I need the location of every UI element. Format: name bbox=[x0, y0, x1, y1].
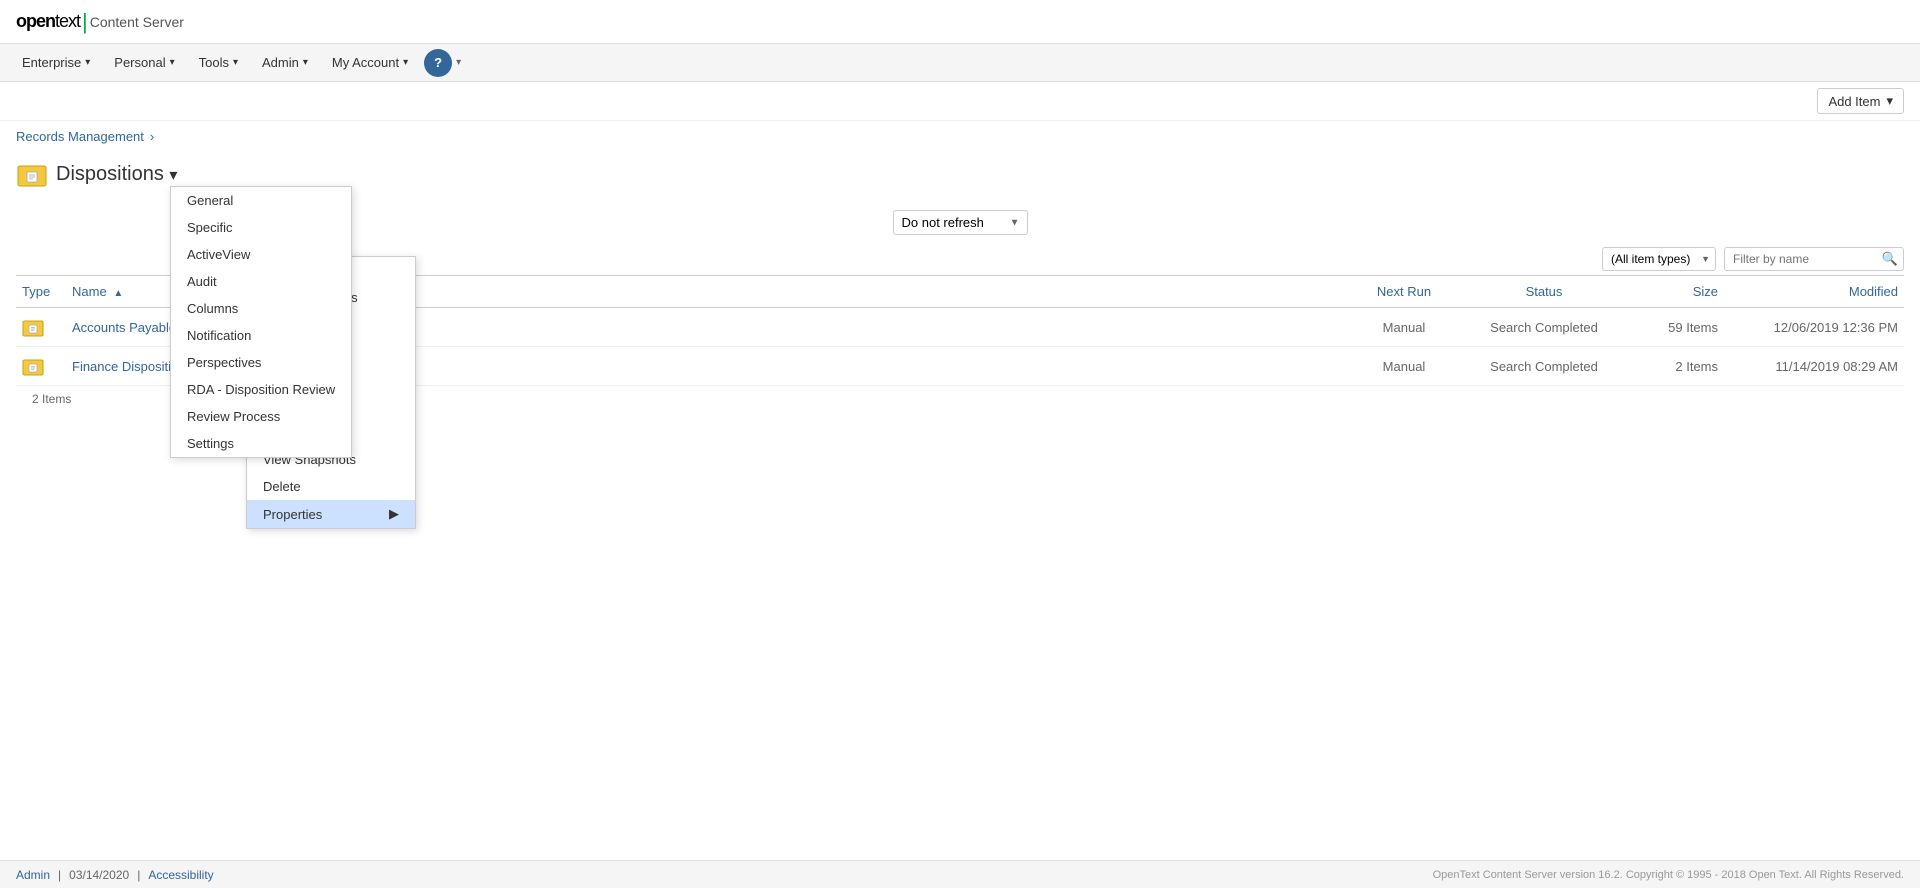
breadcrumb: Records Management › bbox=[0, 121, 1920, 152]
breadcrumb-parent[interactable]: Records Management bbox=[16, 129, 144, 144]
row-type-cell bbox=[16, 347, 66, 386]
search-icon[interactable]: 🔍 bbox=[1882, 251, 1898, 267]
row-status-cell: Search Completed bbox=[1464, 308, 1624, 347]
copyright-text: OpenText Content Server version 16.2. Co… bbox=[1433, 869, 1904, 881]
col-header-nextrun[interactable]: Next Run bbox=[1344, 276, 1464, 308]
submenu-settings[interactable]: Settings bbox=[171, 430, 351, 457]
logo-content-server: Content Server bbox=[90, 14, 184, 30]
submenu-activeview[interactable]: ActiveView bbox=[171, 241, 351, 268]
submenu-columns[interactable]: Columns bbox=[171, 295, 351, 322]
breadcrumb-sep: › bbox=[150, 129, 154, 144]
col-header-size[interactable]: Size bbox=[1624, 276, 1724, 308]
type-select-wrapper: (All item types) bbox=[1602, 247, 1716, 271]
submenu-arrow-icon: ▶ bbox=[389, 506, 399, 522]
chevron-down-icon: ▾ bbox=[233, 57, 238, 68]
filter-input-wrapper: 🔍 bbox=[1724, 247, 1904, 271]
refresh-select[interactable]: Do not refresh Every 2 minutes Every 5 m… bbox=[893, 210, 1028, 235]
row-status-cell: Search Completed bbox=[1464, 347, 1624, 386]
page-title-caret: ▾ bbox=[169, 167, 177, 184]
context-menu-properties[interactable]: Properties ▶ bbox=[247, 500, 415, 528]
row-nextrun-cell: Manual bbox=[1344, 347, 1464, 386]
help-button[interactable]: ? bbox=[424, 49, 452, 77]
nav-bar: Enterprise ▾ Personal ▾ Tools ▾ Admin ▾ … bbox=[0, 44, 1920, 82]
help-caret: ▾ bbox=[456, 57, 461, 68]
submenu-perspectives[interactable]: Perspectives bbox=[171, 349, 351, 376]
submenu-general[interactable]: General bbox=[171, 187, 351, 214]
col-header-status[interactable]: Status bbox=[1464, 276, 1624, 308]
nav-personal[interactable]: Personal ▾ bbox=[102, 44, 186, 82]
col-header-type[interactable]: Type bbox=[16, 276, 66, 308]
logo: opentext | Content Server bbox=[16, 9, 184, 35]
chevron-down-icon: ▾ bbox=[303, 57, 308, 68]
row-modified-cell: 11/14/2019 08:29 AM bbox=[1724, 347, 1904, 386]
submenu-rda[interactable]: RDA - Disposition Review bbox=[171, 376, 351, 403]
nav-tools[interactable]: Tools ▾ bbox=[187, 44, 250, 82]
chevron-down-icon: ▾ bbox=[1886, 93, 1893, 109]
submenu-review-process[interactable]: Review Process bbox=[171, 403, 351, 430]
accessibility-link[interactable]: Accessibility bbox=[148, 868, 213, 882]
submenu-audit[interactable]: Audit bbox=[171, 268, 351, 295]
chevron-down-icon: ▾ bbox=[85, 57, 90, 68]
row-size-cell: 2 Items bbox=[1624, 347, 1724, 386]
chevron-down-icon: ▾ bbox=[403, 57, 408, 68]
add-item-button[interactable]: Add Item ▾ bbox=[1817, 88, 1904, 114]
row-nextrun-cell: Manual bbox=[1344, 308, 1464, 347]
logo-pipe: | bbox=[82, 9, 88, 35]
page-title[interactable]: Dispositions ▾ bbox=[56, 163, 177, 186]
sort-asc-icon: ▲ bbox=[113, 288, 123, 299]
dispositions-icon bbox=[16, 158, 48, 190]
admin-link[interactable]: Admin bbox=[16, 868, 50, 882]
row-size-cell: 59 Items bbox=[1624, 308, 1724, 347]
col-header-modified[interactable]: Modified bbox=[1724, 276, 1904, 308]
top-bar: opentext | Content Server bbox=[0, 0, 1920, 44]
nav-myaccount[interactable]: My Account ▾ bbox=[320, 44, 420, 82]
properties-submenu: General Specific ActiveView Audit Column… bbox=[170, 186, 352, 458]
disposition-icon bbox=[22, 316, 44, 338]
nav-admin[interactable]: Admin ▾ bbox=[250, 44, 320, 82]
status-bar-date: 03/14/2020 bbox=[69, 868, 129, 882]
status-bar-separator: | bbox=[58, 868, 61, 882]
submenu-specific[interactable]: Specific bbox=[171, 214, 351, 241]
refresh-wrapper: Do not refresh Every 2 minutes Every 5 m… bbox=[893, 210, 1028, 235]
toolbar: Add Item ▾ bbox=[0, 82, 1920, 121]
context-menu-delete[interactable]: Delete bbox=[247, 473, 415, 500]
type-filter-select[interactable]: (All item types) bbox=[1602, 247, 1716, 271]
row-type-cell bbox=[16, 308, 66, 347]
filter-by-name-input[interactable] bbox=[1724, 247, 1904, 271]
status-bar-separator2: | bbox=[137, 868, 140, 882]
submenu-notification[interactable]: Notification bbox=[171, 322, 351, 349]
status-bar: Admin | 03/14/2020 | Accessibility OpenT… bbox=[0, 860, 1920, 888]
chevron-down-icon: ▾ bbox=[170, 57, 175, 68]
row-modified-cell: 12/06/2019 12:36 PM bbox=[1724, 308, 1904, 347]
nav-enterprise[interactable]: Enterprise ▾ bbox=[10, 44, 102, 82]
logo-opentext: opentext bbox=[16, 11, 80, 32]
disposition-icon bbox=[22, 355, 44, 377]
